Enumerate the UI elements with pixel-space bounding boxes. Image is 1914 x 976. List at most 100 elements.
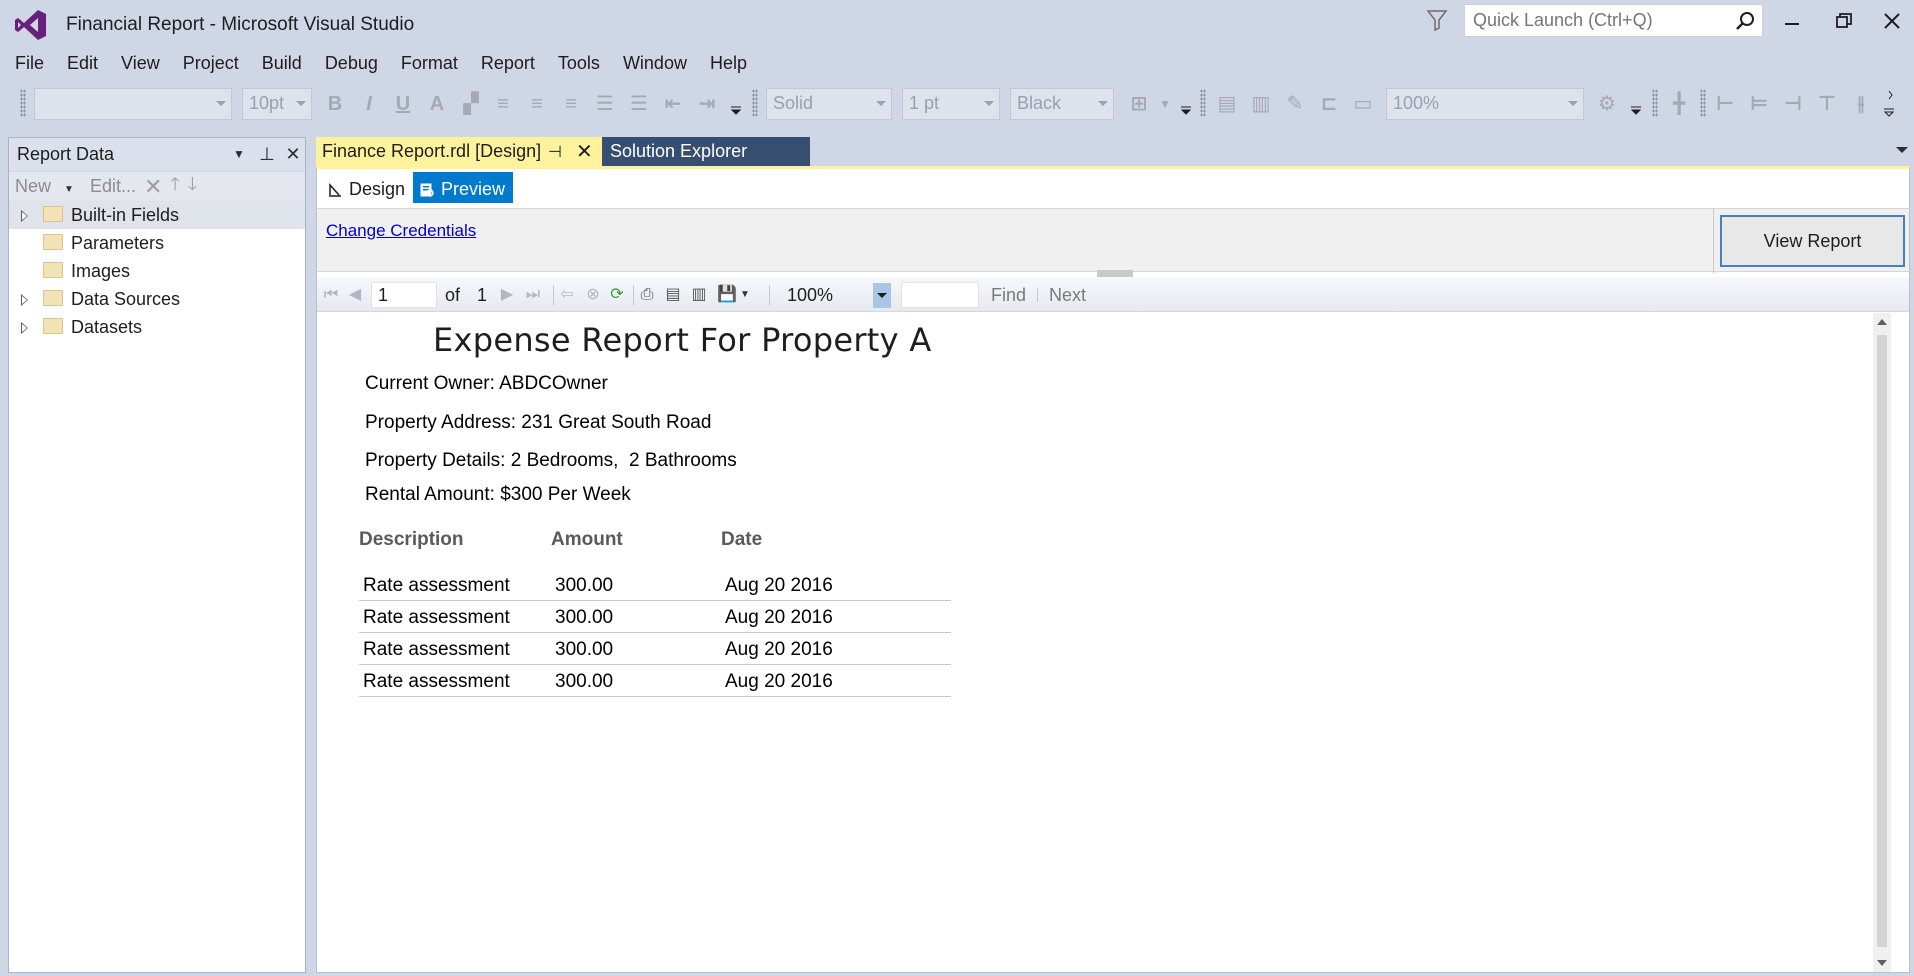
expand-icon[interactable] bbox=[21, 322, 28, 334]
panel-menu-icon[interactable]: ▼ bbox=[227, 142, 251, 166]
expand-icon[interactable] bbox=[21, 294, 28, 306]
menu-build[interactable]: Build bbox=[253, 50, 311, 78]
edit-button[interactable]: Edit... bbox=[90, 176, 136, 197]
stop-icon[interactable]: ⊗ bbox=[583, 285, 603, 305]
decrease-indent-icon[interactable]: ⇤ bbox=[662, 93, 684, 115]
quick-launch-box[interactable] bbox=[1464, 4, 1763, 37]
last-page-icon[interactable]: ⏭ bbox=[523, 285, 543, 305]
borders-icon[interactable]: ⊞ bbox=[1128, 93, 1150, 115]
close-window-button[interactable] bbox=[1872, 6, 1912, 36]
new-button[interactable]: New ▼ bbox=[15, 176, 82, 197]
print-layout-icon[interactable]: ▤ bbox=[663, 285, 683, 305]
bulleted-list-icon[interactable]: ☰ bbox=[628, 93, 650, 115]
delete-icon[interactable]: ✕ bbox=[144, 174, 162, 200]
move-up-icon[interactable]: 🡑 bbox=[170, 172, 179, 202]
tab-preview[interactable]: Preview bbox=[413, 172, 514, 203]
numbered-list-icon[interactable]: ☰ bbox=[594, 93, 616, 115]
menu-window[interactable]: Window bbox=[614, 50, 696, 78]
first-page-icon[interactable]: ⏮ bbox=[321, 285, 341, 305]
export-dropdown-icon[interactable]: ▼ bbox=[735, 285, 755, 305]
close-icon[interactable]: ✕ bbox=[576, 139, 593, 164]
border-width-combo[interactable]: 1 pt bbox=[902, 88, 1000, 120]
tree-item-parameters[interactable]: Parameters bbox=[9, 229, 305, 257]
align-rights-icon[interactable]: ⊣ bbox=[1782, 93, 1804, 115]
tab-finance-report[interactable]: Finance Report.rdl [Design] ⊣ ✕ bbox=[316, 137, 602, 166]
toolbar-overflow-icon[interactable] bbox=[1181, 105, 1191, 115]
grouping-icon[interactable]: ⊏ bbox=[1318, 93, 1340, 115]
ruler-icon[interactable]: ▭ bbox=[1352, 93, 1374, 115]
expand-icon[interactable] bbox=[21, 210, 28, 222]
align-tops-icon[interactable]: ⊤ bbox=[1816, 93, 1838, 115]
italic-icon[interactable]: I bbox=[358, 93, 380, 115]
header-footer-icon[interactable]: ▥ bbox=[1250, 93, 1272, 115]
search-icon[interactable] bbox=[1734, 10, 1756, 32]
increase-indent-icon[interactable]: ⇥ bbox=[696, 93, 718, 115]
toolbar-grip[interactable] bbox=[1200, 89, 1206, 117]
borders-dropdown-icon[interactable]: ▼ bbox=[1154, 93, 1176, 115]
tab-list-dropdown-icon[interactable] bbox=[1896, 147, 1908, 153]
tree-item-datasets[interactable]: Datasets bbox=[9, 313, 305, 341]
font-color-icon[interactable]: A bbox=[426, 93, 448, 115]
menu-help[interactable]: Help bbox=[701, 50, 756, 78]
report-vertical-scrollbar[interactable] bbox=[1873, 313, 1891, 972]
print-icon[interactable]: ⎙ bbox=[637, 285, 657, 305]
menu-view[interactable]: View bbox=[112, 50, 169, 78]
align-centers-icon[interactable]: ⊨ bbox=[1748, 93, 1770, 115]
border-style-combo[interactable]: Solid bbox=[766, 88, 892, 120]
align-left-icon[interactable]: ≡ bbox=[492, 93, 514, 115]
menu-tools[interactable]: Tools bbox=[549, 50, 609, 78]
tree-item-images[interactable]: Images bbox=[9, 257, 305, 285]
find-button[interactable]: Find bbox=[991, 285, 1026, 306]
close-icon[interactable]: ✕ bbox=[281, 142, 305, 166]
toolbar-overflow-icon[interactable] bbox=[731, 105, 741, 115]
change-credentials-link[interactable]: Change Credentials bbox=[326, 221, 476, 241]
toolbar-overflow-icon[interactable] bbox=[1884, 89, 1894, 117]
chevron-down-icon[interactable] bbox=[873, 283, 891, 308]
font-size-combo[interactable]: 10pt bbox=[242, 88, 312, 120]
next-page-icon[interactable]: ▶ bbox=[497, 285, 517, 305]
tab-solution-explorer[interactable]: Solution Explorer bbox=[602, 137, 810, 166]
toolbar-grip[interactable] bbox=[20, 89, 26, 117]
toolbar-overflow-icon[interactable] bbox=[1631, 105, 1641, 115]
border-color-combo[interactable]: Black bbox=[1010, 88, 1114, 120]
align-lefts-icon[interactable]: ⊢ bbox=[1714, 93, 1736, 115]
export-icon[interactable]: 💾 bbox=[717, 285, 737, 305]
tab-design[interactable]: Design bbox=[321, 172, 414, 203]
toolbar-grip[interactable] bbox=[1700, 89, 1706, 117]
menu-edit[interactable]: Edit bbox=[58, 50, 107, 78]
pin-icon[interactable]: ⊥ bbox=[255, 142, 279, 166]
zoom-select[interactable]: 100% bbox=[781, 283, 891, 308]
connect-icon[interactable]: ⚙ bbox=[1596, 93, 1618, 115]
toolbar-grip[interactable] bbox=[752, 89, 758, 117]
page-setup-icon[interactable]: ▥ bbox=[689, 285, 709, 305]
background-color-icon[interactable]: ▞ bbox=[460, 93, 482, 115]
align-center-icon[interactable]: ≡ bbox=[526, 93, 548, 115]
bold-icon[interactable]: B bbox=[324, 93, 346, 115]
menu-report[interactable]: Report bbox=[472, 50, 544, 78]
menu-debug[interactable]: Debug bbox=[316, 50, 387, 78]
toolbar-grip[interactable] bbox=[1652, 89, 1658, 117]
tree-item-built-in-fields[interactable]: Built-in Fields bbox=[9, 201, 305, 229]
feedback-filter-icon[interactable] bbox=[1426, 8, 1448, 32]
wrench-icon[interactable]: ✎ bbox=[1284, 93, 1306, 115]
align-right-icon[interactable]: ≡ bbox=[560, 93, 582, 115]
underline-icon[interactable]: U bbox=[392, 93, 414, 115]
tree-item-data-sources[interactable]: Data Sources bbox=[9, 285, 305, 313]
font-name-combo[interactable] bbox=[34, 88, 232, 120]
align-middles-icon[interactable]: ⫲ bbox=[1850, 93, 1872, 115]
zoom-combo[interactable]: 100% bbox=[1386, 88, 1584, 120]
report-properties-icon[interactable]: ▤ bbox=[1216, 93, 1238, 115]
restore-button[interactable] bbox=[1824, 6, 1864, 36]
move-down-icon[interactable]: 🡓 bbox=[188, 172, 197, 202]
quick-launch-input[interactable] bbox=[1465, 5, 1725, 36]
next-button[interactable]: Next bbox=[1049, 285, 1086, 306]
back-icon[interactable]: ⇦ bbox=[557, 285, 577, 305]
pin-icon[interactable]: ⊣ bbox=[548, 142, 562, 162]
current-page-input[interactable] bbox=[371, 282, 437, 308]
minimize-button[interactable] bbox=[1772, 6, 1812, 36]
layout-icon[interactable]: ╋ bbox=[1668, 93, 1690, 115]
parameters-splitter[interactable] bbox=[1097, 270, 1133, 277]
view-report-button[interactable]: View Report bbox=[1720, 215, 1905, 267]
refresh-icon[interactable]: ⟳ bbox=[607, 285, 627, 305]
menu-format[interactable]: Format bbox=[392, 50, 467, 78]
